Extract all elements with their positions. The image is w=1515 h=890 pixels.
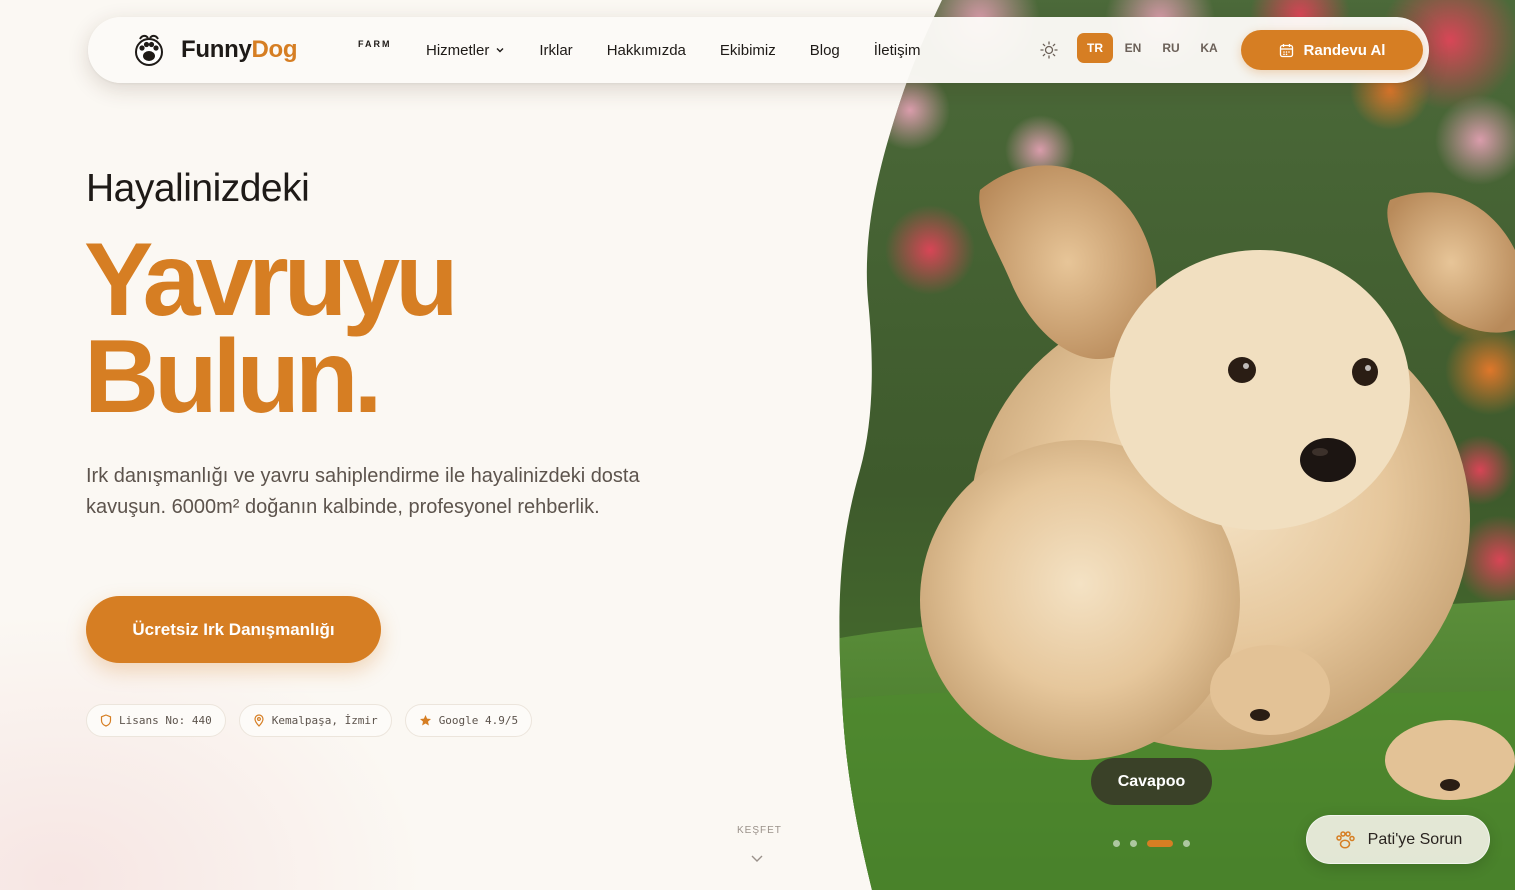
breed-label: Cavapoo <box>1091 758 1212 805</box>
brand-name: FunnyDog <box>181 36 298 63</box>
slider-dot-2[interactable] <box>1130 840 1137 847</box>
brand-suffix: FARM <box>358 39 392 49</box>
rating-badge: Google 4.9/5 <box>404 704 533 737</box>
chevron-down-icon[interactable] <box>750 854 764 864</box>
nav-item-hizmetler[interactable]: Hizmetler <box>426 42 505 59</box>
slider-dots <box>1113 840 1200 847</box>
location-badge: Kemalpaşa, İzmir <box>238 704 392 737</box>
nav-item-irklar[interactable]: Irklar <box>539 42 572 59</box>
logo[interactable]: FunnyDog FARM <box>134 33 390 67</box>
ask-pati-button[interactable]: Pati'ye Sorun <box>1306 815 1490 864</box>
nav-links: Hizmetler Irklar Hakkımızda Ekibimiz Blo… <box>426 17 954 83</box>
hero-title-line2: Bulun. <box>84 319 382 435</box>
slider-dot-1[interactable] <box>1113 840 1120 847</box>
shield-icon <box>100 714 112 727</box>
chevron-down-icon <box>496 48 504 53</box>
nav-item-ekibimiz[interactable]: Ekibimiz <box>720 42 776 59</box>
nav-item-blog[interactable]: Blog <box>810 42 840 59</box>
lang-ru[interactable]: RU <box>1153 33 1189 63</box>
slider-dot-4[interactable] <box>1183 840 1190 847</box>
lang-tr[interactable]: TR <box>1077 33 1113 63</box>
star-icon <box>419 715 431 726</box>
navbar: FunnyDog FARM Hizmetler Irklar Hakkımızd… <box>88 17 1429 83</box>
calendar-icon <box>1279 43 1293 57</box>
lang-en[interactable]: EN <box>1115 33 1151 63</box>
trust-badges: Lisans No: 440 Kemalpaşa, İzmir Google 4… <box>86 704 545 737</box>
hero-title-line1: Yavruyu <box>84 222 459 338</box>
nav-item-hakkimizda[interactable]: Hakkımızda <box>607 42 686 59</box>
slider-dot-3[interactable] <box>1147 840 1173 847</box>
hero-description: Irk danışmanlığı ve yavru sahiplendirme … <box>86 465 640 518</box>
hero-photo <box>830 0 1515 890</box>
nav-item-iletisim[interactable]: İletişim <box>874 42 921 59</box>
language-switcher: TR EN RU KA <box>1077 33 1229 63</box>
sun-icon[interactable] <box>1039 40 1059 60</box>
free-consultation-button[interactable]: Ücretsiz Irk Danışmanlığı <box>86 596 381 663</box>
hero-kicker: Hayalinizdeki <box>86 167 310 210</box>
paw-icon <box>1335 830 1355 849</box>
lang-ka[interactable]: KA <box>1191 33 1227 63</box>
license-badge: Lisans No: 440 <box>86 704 226 737</box>
location-pin-icon <box>254 714 264 727</box>
paw-logo-icon <box>135 34 163 66</box>
appointment-button[interactable]: Randevu Al <box>1241 30 1423 70</box>
explore-label: KEŞFET <box>737 825 782 836</box>
